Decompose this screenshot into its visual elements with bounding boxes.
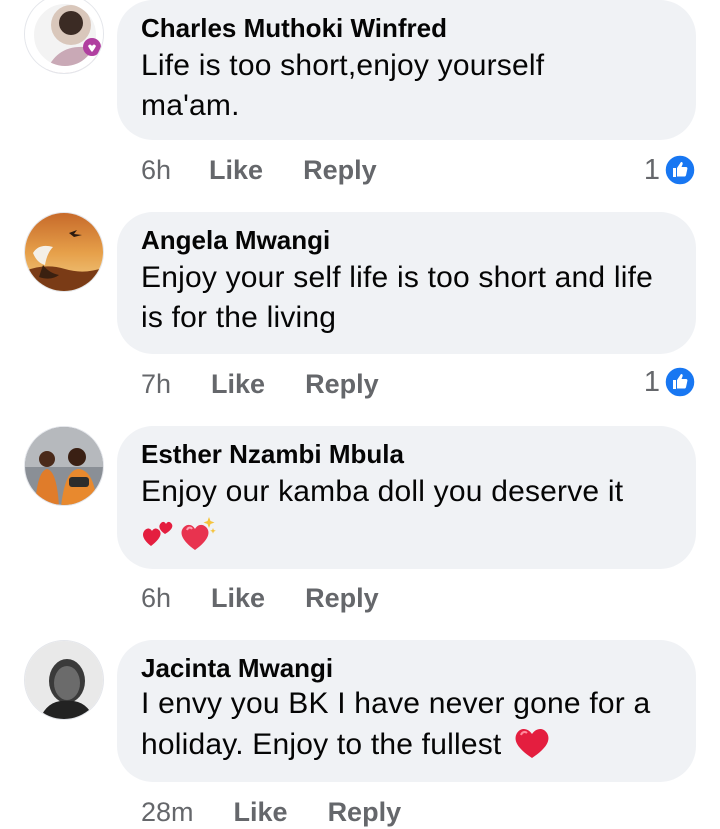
comment-time[interactable]: 6h: [141, 155, 171, 186]
comment-time[interactable]: 6h: [141, 583, 171, 614]
avatar[interactable]: [24, 426, 104, 506]
emoji-row: [141, 514, 672, 554]
like-button[interactable]: Like: [234, 797, 288, 828]
reply-button[interactable]: Reply: [303, 155, 377, 186]
avatar[interactable]: [24, 212, 104, 292]
like-button[interactable]: Like: [211, 369, 265, 400]
comment-text: Life is too short,enjoy yourself ma'am.: [141, 49, 545, 122]
reaction-count: 1: [643, 153, 660, 186]
comment-text-wrap: I envy you BK I have never gone for a ho…: [141, 684, 686, 765]
comment-author[interactable]: Esther Nzambi Mbula: [141, 438, 672, 470]
avatar-portrait-bw-image: [25, 641, 103, 719]
reaction-summary[interactable]: 1: [644, 152, 696, 188]
comment-actions: 6h Like Reply: [141, 152, 377, 188]
like-button[interactable]: Like: [211, 583, 265, 614]
comment-author[interactable]: Charles Muthoki Winfred: [141, 12, 672, 44]
reply-button[interactable]: Reply: [305, 583, 379, 614]
comment-text: Enjoy our kamba doll you deserve it: [141, 475, 624, 508]
two-hearts-icon: [143, 521, 173, 546]
comment-bubble: Charles Muthoki Winfred Life is too shor…: [117, 0, 696, 140]
comment-bubble: Jacinta Mwangi I envy you BK I have neve…: [117, 640, 696, 782]
avatar-eagle-sunset-image: [25, 213, 103, 291]
comment-bubble: Esther Nzambi Mbula Enjoy our kamba doll…: [117, 426, 696, 569]
avatar[interactable]: [24, 0, 104, 74]
comment-text: I envy you BK I have never gone for a ho…: [141, 687, 651, 761]
avatar-group-photo-image: [25, 427, 103, 505]
comment-actions: 7h Like Reply: [141, 366, 379, 402]
red-heart-icon: [515, 728, 549, 758]
comment-time[interactable]: 28m: [141, 797, 194, 828]
reaction-count: 1: [643, 365, 660, 398]
comment-actions: 6h Like Reply: [141, 580, 379, 616]
sparkling-heart-icon: [181, 517, 217, 550]
comment-author[interactable]: Angela Mwangi: [141, 224, 672, 256]
like-reaction-icon: [664, 366, 696, 398]
comment-actions: 28m Like Reply: [141, 794, 401, 829]
comment-time[interactable]: 7h: [141, 369, 171, 400]
reaction-summary[interactable]: 1: [644, 364, 696, 400]
like-button[interactable]: Like: [209, 155, 263, 186]
comment-author[interactable]: Jacinta Mwangi: [141, 652, 672, 684]
reply-button[interactable]: Reply: [305, 369, 379, 400]
comment-bubble: Angela Mwangi Enjoy your self life is to…: [117, 212, 696, 354]
avatar-covid-frame-image: [25, 0, 103, 73]
reply-button[interactable]: Reply: [328, 797, 402, 828]
comment-text: Enjoy your self life is too short and li…: [141, 261, 653, 334]
like-reaction-icon: [664, 154, 696, 186]
avatar[interactable]: [24, 640, 104, 720]
